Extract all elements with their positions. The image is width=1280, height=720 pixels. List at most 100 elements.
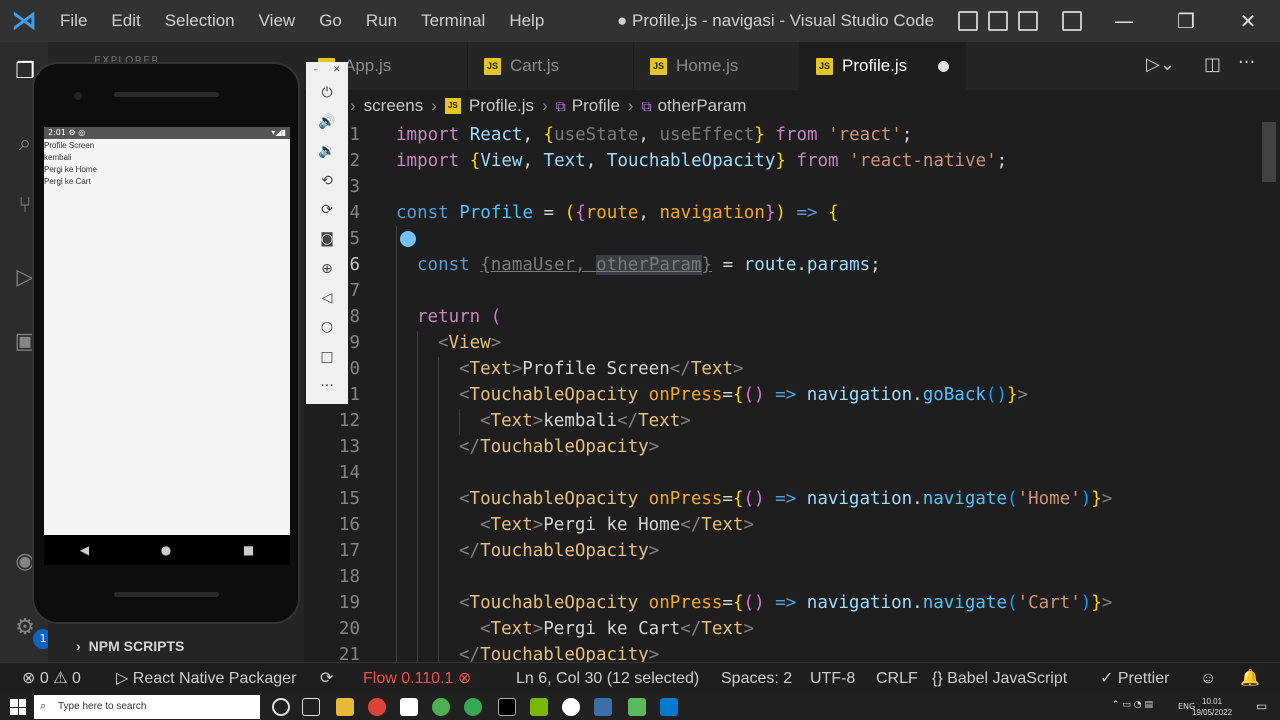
code-line: 8 return ( (304, 304, 1280, 330)
volume-up-icon[interactable]: 🔊 (306, 109, 348, 135)
github-icon[interactable] (562, 698, 580, 716)
tray-icons[interactable]: ⌃ ▭ ◔ ▤ (1112, 700, 1153, 710)
kembali-button[interactable]: kembali (44, 153, 72, 162)
camera-screenshot-icon[interactable]: ◙ (306, 226, 348, 252)
code-text: <Text>Profile Screen</Text> (459, 359, 744, 379)
home-icon[interactable]: ○ (306, 314, 348, 340)
breadcrumb-screens[interactable]: screens (364, 96, 424, 116)
search-placeholder: Type here to search (58, 701, 147, 712)
home-icon[interactable]: ● (161, 543, 171, 557)
android-studio-icon[interactable] (628, 698, 646, 716)
menu-go[interactable]: Go (307, 0, 354, 42)
close-icon[interactable]: ✕ (333, 65, 341, 75)
recents-icon[interactable]: ■ (243, 543, 254, 557)
minimize-icon[interactable]: – (313, 65, 318, 75)
breadcrumb-symbol-profile[interactable]: Profile (572, 96, 620, 116)
menu-run[interactable]: Run (354, 0, 409, 42)
menu-file[interactable]: File (48, 0, 99, 42)
code-text: <Text>kembali</Text> (480, 411, 691, 431)
clock[interactable]: 10.01 19/05/2022 (1192, 696, 1232, 718)
close-icon[interactable]: ✕ (1228, 0, 1268, 42)
cursor-position[interactable]: Ln 6, Col 30 (12 selected) (516, 663, 699, 695)
terminal-icon[interactable] (498, 698, 516, 716)
breadcrumb-symbol-otherparam[interactable]: otherParam (658, 96, 747, 116)
sync-icon[interactable]: ⟳ (320, 663, 333, 695)
play-icon: ▷ (116, 670, 129, 687)
code-text: <TouchableOpacity onPress={() => navigat… (459, 489, 1113, 509)
tab-bar: JS App.js JS Cart.js JS Home.js JS Profile.j… (304, 42, 1280, 90)
menu-view[interactable]: View (247, 0, 308, 42)
menu-terminal[interactable]: Terminal (409, 0, 497, 42)
tab-profile-js[interactable]: JS Profile.js (800, 42, 966, 90)
pergi-ke-cart-button[interactable]: Pergi ke Cart (44, 177, 91, 186)
menu-selection[interactable]: Selection (153, 0, 247, 42)
cortana-icon[interactable] (272, 698, 290, 716)
rotate-right-icon[interactable]: ⟳ (306, 197, 348, 223)
chrome-profile-2-icon[interactable] (464, 698, 482, 716)
minimize-icon[interactable]: — (1104, 0, 1144, 42)
zoom-icon[interactable]: ⊕ (306, 256, 348, 282)
more-icon[interactable]: ··· (306, 373, 348, 399)
code-line: 1 import React, {useState, useEffect} fro… (304, 122, 1280, 148)
editor-scrollbar[interactable] (1262, 122, 1280, 662)
vscode-taskbar-icon[interactable] (660, 698, 678, 716)
customize-layout-icon[interactable] (1062, 11, 1082, 31)
action-center-icon[interactable]: ▭ (1256, 699, 1267, 713)
end-of-line[interactable]: CRLF (876, 663, 918, 695)
breadcrumb: › screens › JS Profile.js › ⧉ Profile › … (304, 90, 1280, 122)
restore-icon[interactable]: ❐ (1166, 0, 1206, 42)
overview-icon[interactable]: □ (306, 344, 348, 370)
feedback-icon[interactable]: ☺ (1200, 663, 1216, 695)
scrollbar-thumb[interactable] (1262, 122, 1276, 182)
split-editor-icon[interactable]: ◫ (1204, 54, 1221, 75)
app-window-icon[interactable] (594, 698, 612, 716)
taskbar-search-input[interactable]: Type here to search (34, 695, 260, 719)
back-icon[interactable]: ◀ (80, 543, 89, 557)
nvidia-icon[interactable] (530, 698, 548, 716)
notion-icon[interactable] (400, 698, 418, 716)
volume-down-icon[interactable]: 🔉 (306, 138, 348, 164)
toggle-sidebar-icon[interactable] (958, 11, 978, 31)
power-icon[interactable]: ⏻ (306, 80, 348, 106)
language-mode[interactable]: {} Babel JavaScript (932, 663, 1067, 695)
breadcrumb-file[interactable]: Profile.js (469, 96, 534, 116)
code-editor[interactable]: 1 import React, {useState, useEffect} fro… (304, 122, 1280, 662)
clock-time: 10.01 (1202, 697, 1223, 706)
toggle-secondary-sidebar-icon[interactable] (1018, 11, 1038, 31)
chrome-icon[interactable] (368, 698, 386, 716)
emulator-window-controls[interactable]: – ✕ (306, 62, 348, 78)
react-native-packager[interactable]: ▷ React Native Packager (116, 663, 296, 695)
menu-help[interactable]: Help (497, 0, 556, 42)
run-code-icon[interactable]: ▷⌄ (1146, 54, 1175, 75)
flow-status[interactable]: Flow 0.110.1 ⊗ (363, 663, 471, 695)
more-actions-icon[interactable]: ··· (1238, 52, 1255, 73)
emulator-screen[interactable]: 2:01 ⚙ ◎ ▾◢▮ Profile Screen kembali Pergi… (44, 127, 290, 535)
tab-home-js[interactable]: JS Home.js (634, 42, 800, 90)
lightbulb-icon[interactable] (400, 231, 416, 247)
js-file-icon: JS (484, 57, 501, 75)
problems-indicator[interactable]: ⊗ 0 ⚠ 0 (22, 663, 81, 695)
notifications-bell-icon[interactable]: 🔔 (1240, 663, 1260, 695)
unsaved-dot-icon[interactable] (938, 61, 949, 72)
pergi-ke-home-button[interactable]: Pergi ke Home (44, 165, 97, 174)
windows-start-icon[interactable] (10, 699, 26, 715)
prettier-status[interactable]: ✓ Prettier (1100, 663, 1169, 695)
js-file-icon: JS (650, 57, 667, 75)
line-number: 14 (338, 463, 360, 483)
settings-gear-icon: ⚙ ◎ (68, 128, 86, 137)
task-view-icon[interactable] (302, 698, 320, 716)
menu-edit[interactable]: Edit (99, 0, 152, 42)
file-explorer-icon[interactable] (336, 698, 354, 716)
line-number: 21 (338, 645, 360, 662)
back-icon[interactable]: ◁ (306, 285, 348, 311)
code-line: 17 </TouchableOpacity> (304, 538, 1280, 564)
code-text: <View> (438, 333, 502, 353)
chrome-profile-icon[interactable] (432, 698, 450, 716)
encoding[interactable]: UTF-8 (810, 663, 855, 695)
indentation[interactable]: Spaces: 2 (721, 663, 792, 695)
rotate-left-icon[interactable]: ⟲ (306, 168, 348, 194)
tab-cart-js[interactable]: JS Cart.js (468, 42, 634, 90)
toggle-panel-icon[interactable] (988, 11, 1008, 31)
error-count: 0 (39, 670, 49, 687)
npm-scripts-section[interactable]: › NPM SCRIPTS (76, 638, 184, 654)
